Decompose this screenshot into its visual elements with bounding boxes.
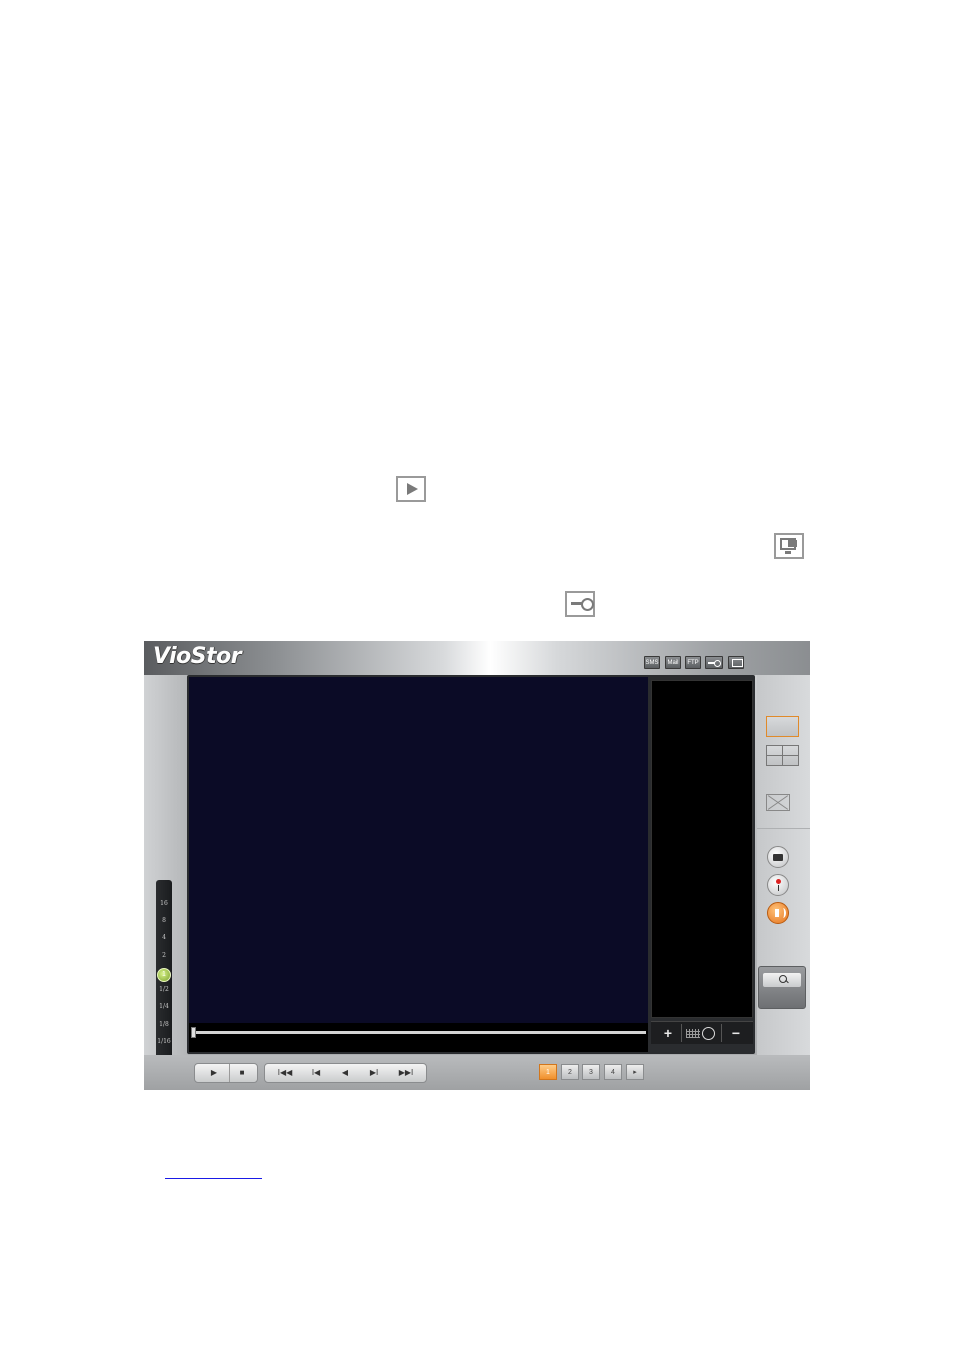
sms-button[interactable]: SMS	[644, 656, 660, 669]
quad-view-button[interactable]	[766, 745, 799, 766]
ftp-button[interactable]: FTP	[685, 656, 701, 669]
last-button[interactable]: ▶▶I	[388, 1064, 424, 1082]
title-bar: VioStor SMS Mail FTP	[144, 641, 810, 675]
play-stop-group: ▶ ■	[194, 1063, 258, 1083]
recording-list[interactable]	[651, 680, 753, 1018]
page-button[interactable]: 1	[539, 1064, 557, 1080]
speed-option[interactable]: 1/2	[156, 986, 172, 993]
snapshot-button[interactable]	[767, 846, 789, 868]
timeline-track[interactable]	[193, 1031, 646, 1034]
document-link[interactable]	[165, 1166, 262, 1179]
speed-slider[interactable]: 16 8 4 2 1 1/2 1/4 1/8 1/16	[156, 880, 172, 1058]
speed-option[interactable]: 1/4	[156, 1003, 172, 1010]
previous-frame-button[interactable]: I◀	[302, 1064, 330, 1082]
speed-option[interactable]: 16	[156, 900, 172, 907]
reverse-play-button[interactable]: ◀	[330, 1064, 360, 1082]
calendar-icon	[686, 1029, 700, 1038]
play-button[interactable]: ▶	[199, 1064, 230, 1082]
calendar-clock-button[interactable]	[683, 1024, 719, 1042]
video-frame: + −	[187, 675, 755, 1054]
page-button[interactable]: 4	[604, 1064, 622, 1080]
settings-key-button[interactable]	[705, 656, 723, 669]
key-icon	[565, 591, 595, 617]
record-button[interactable]	[767, 874, 789, 896]
play-icon	[396, 476, 426, 502]
speed-option[interactable]: 1/8	[156, 1021, 172, 1028]
viostor-player-window: VioStor SMS Mail FTP 16 8 4 2 1 1/2 1/4 …	[144, 641, 810, 1090]
mail-button[interactable]: Mail	[665, 656, 681, 669]
page-button[interactable]: 2	[561, 1064, 579, 1080]
speed-option[interactable]: 1/16	[156, 1038, 172, 1045]
fullscreen-button[interactable]	[766, 794, 790, 811]
speaker-icon	[775, 909, 779, 917]
video-display[interactable]	[189, 677, 648, 1023]
stop-button[interactable]: ■	[229, 1064, 255, 1082]
monitor-icon	[774, 533, 804, 559]
zoom-out-button[interactable]: −	[721, 1024, 750, 1042]
timeline-handle[interactable]	[191, 1027, 196, 1038]
next-frame-button[interactable]: ▶I	[360, 1064, 388, 1082]
search-button[interactable]	[758, 966, 806, 1009]
next-page-button[interactable]: ▸	[626, 1064, 644, 1080]
speed-selected[interactable]: 1	[157, 968, 171, 982]
speed-option[interactable]: 8	[156, 917, 172, 924]
playback-controls: ▶ ■ I◀◀ I◀ ◀ ▶I ▶▶I 1 2 3 4 ▸	[144, 1055, 810, 1090]
app-logo: VioStor	[153, 644, 242, 669]
speed-option[interactable]: 4	[156, 934, 172, 941]
single-view-button[interactable]	[766, 716, 799, 737]
page-button[interactable]: 3	[582, 1064, 600, 1080]
first-button[interactable]: I◀◀	[268, 1064, 302, 1082]
speed-option[interactable]: 2	[156, 952, 172, 959]
divider	[757, 828, 810, 829]
clock-icon	[702, 1027, 715, 1040]
list-controls: + −	[651, 1021, 753, 1044]
timeline-bar	[189, 1023, 648, 1052]
navigation-group: I◀◀ I◀ ◀ ▶I ▶▶I	[264, 1063, 427, 1083]
monitor-button[interactable]	[728, 656, 744, 669]
audio-button[interactable]	[767, 902, 789, 924]
camera-icon	[773, 854, 783, 861]
zoom-in-button[interactable]: +	[655, 1024, 682, 1042]
right-panel	[757, 675, 810, 1055]
left-panel: 16 8 4 2 1 1/2 1/4 1/8 1/16	[144, 675, 188, 1058]
